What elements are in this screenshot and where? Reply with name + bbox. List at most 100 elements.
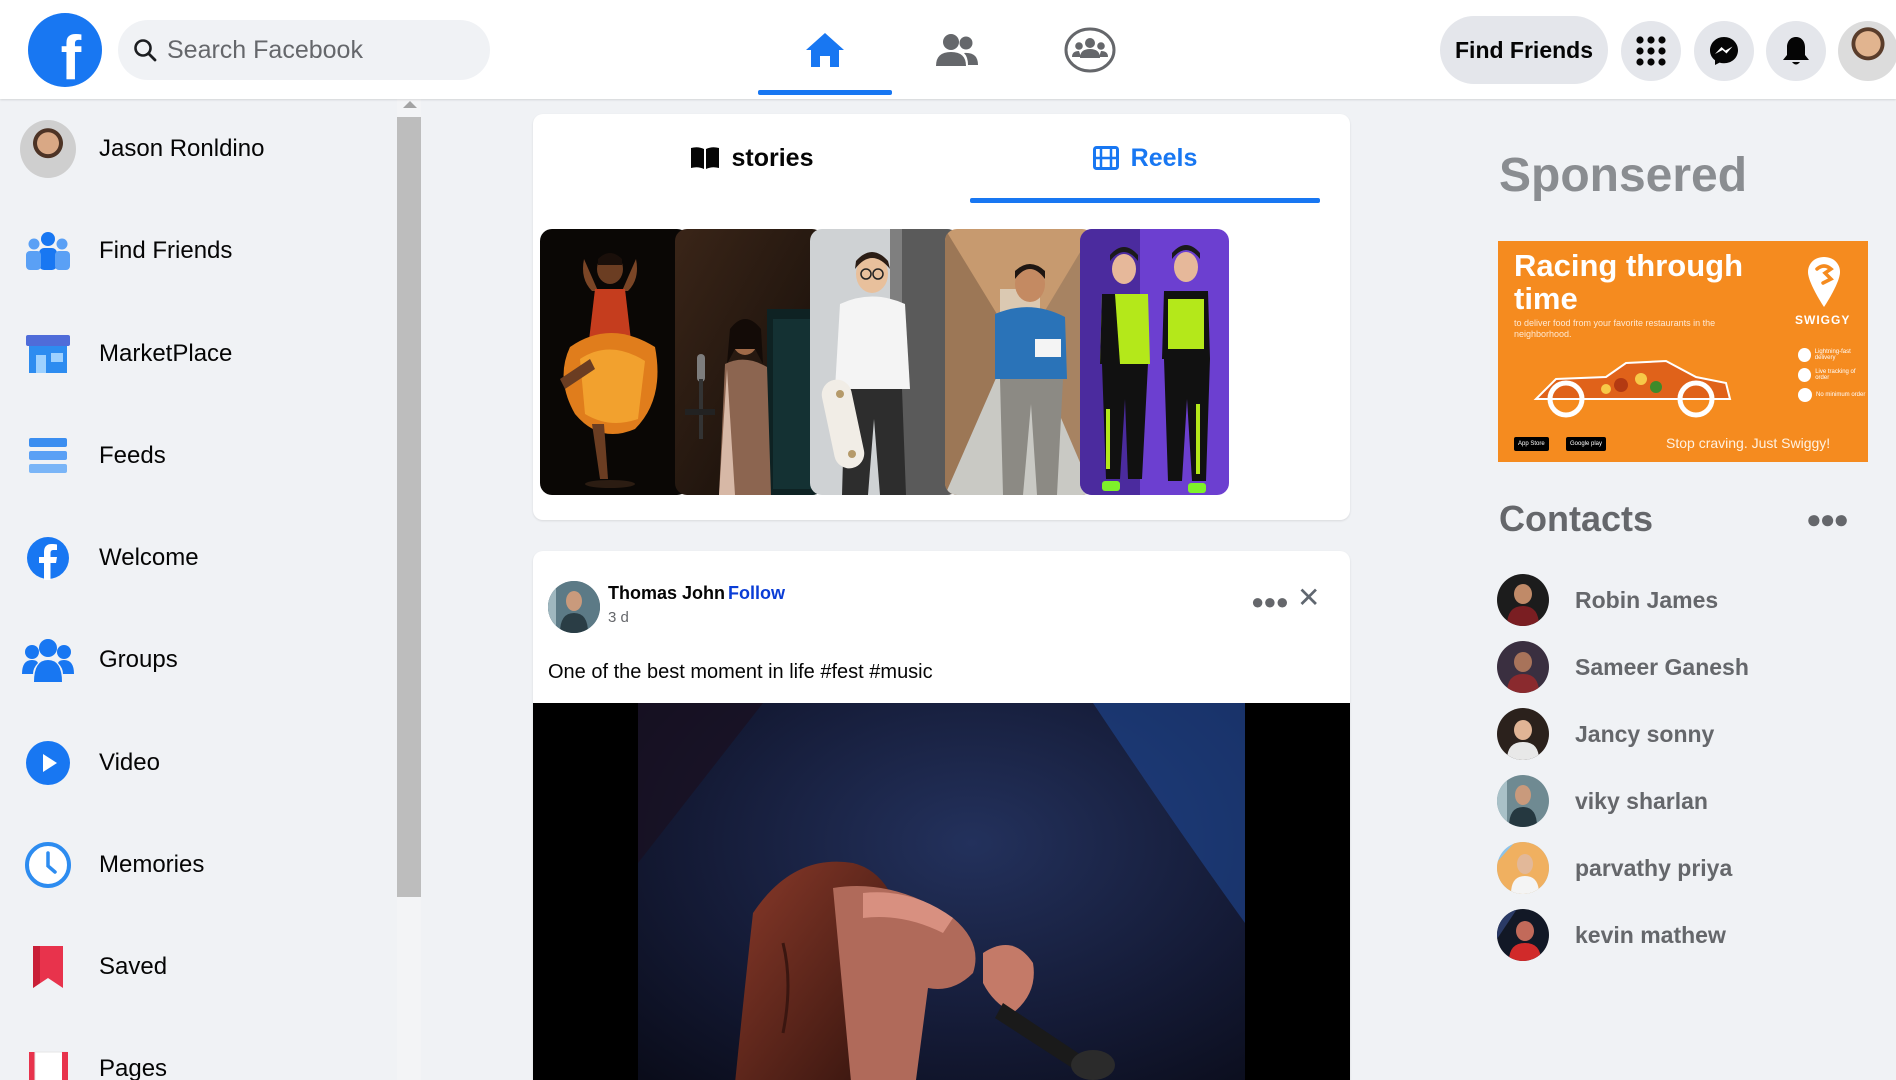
reel-thumbnail[interactable] — [540, 229, 689, 495]
sidebar-item-saved[interactable]: Saved — [20, 932, 167, 1002]
avatar — [1497, 775, 1549, 827]
more-options-icon[interactable]: ●●● — [1251, 589, 1289, 615]
google-play-badge[interactable]: Google play — [1566, 437, 1607, 451]
contact-name: Sameer Ganesh — [1575, 653, 1749, 680]
menu-grid-icon — [1636, 36, 1666, 66]
avatar — [20, 120, 76, 178]
sidebar-item-memories[interactable]: Memories — [20, 830, 204, 900]
avatar — [1497, 708, 1549, 760]
ad-subtext: to deliver food from your favorite resta… — [1514, 318, 1716, 339]
search-box[interactable] — [118, 20, 490, 80]
post-image[interactable] — [533, 703, 1350, 1080]
find-friends-button[interactable]: Find Friends — [1440, 16, 1608, 84]
sidebar-scrollbar-thumb[interactable] — [397, 117, 421, 897]
notifications-button[interactable] — [1766, 21, 1826, 81]
account-avatar[interactable] — [1838, 21, 1896, 81]
stories-card: stories Reels — [533, 114, 1350, 520]
clock-icon — [25, 842, 71, 888]
contacts-heading: Contacts — [1499, 498, 1654, 539]
contact-item[interactable]: Robin James — [1497, 574, 1718, 626]
avatar — [1497, 842, 1549, 894]
sponsored-ad[interactable]: Racing through time to deliver food from… — [1498, 241, 1868, 462]
tab-stories[interactable]: stories — [533, 114, 970, 202]
messenger-button[interactable] — [1694, 21, 1754, 81]
messenger-icon — [1710, 37, 1738, 65]
bell-icon — [1783, 37, 1809, 65]
post-card: Thomas John Follow 3 d ●●● ✕ One of the … — [533, 551, 1350, 1080]
facebook-logo[interactable]: f — [28, 13, 102, 87]
scroll-up-arrow-icon[interactable] — [403, 101, 417, 108]
groups-icon — [1064, 27, 1116, 72]
swiggy-logo-icon — [1808, 257, 1840, 307]
ad-feature: No minimum order — [1798, 388, 1865, 402]
post-text: One of the best moment in life #fest #mu… — [548, 661, 933, 683]
reel-thumbnail[interactable] — [810, 229, 959, 495]
tab-label: stories — [731, 143, 814, 172]
sidebar-item-find-friends[interactable]: Find Friends — [20, 216, 232, 286]
sidebar-item-welcome[interactable]: Welcome — [20, 523, 199, 593]
tab-label: Reels — [1130, 143, 1198, 172]
contact-item[interactable]: kevin mathew — [1497, 909, 1726, 961]
sidebar-item-label: Jason Ronldino — [99, 135, 265, 162]
sidebar-item-video[interactable]: Video — [20, 728, 160, 798]
sidebar-item-profile[interactable]: Jason Ronldino — [20, 114, 264, 184]
sidebar-item-marketplace[interactable]: MarketPlace — [20, 319, 232, 389]
search-input[interactable] — [167, 35, 477, 65]
ad-tagline: Stop craving. Just Swiggy! — [1666, 435, 1831, 451]
contact-name: kevin mathew — [1575, 921, 1726, 948]
sidebar-item-label: Memories — [99, 851, 205, 878]
contact-item[interactable]: Sameer Ganesh — [1497, 641, 1749, 693]
contact-item[interactable]: viky sharlan — [1497, 775, 1708, 827]
ad-feature: Lightning-fast delivery — [1798, 348, 1868, 362]
sidebar-item-pages[interactable]: Pages — [20, 1034, 167, 1080]
avatar[interactable] — [548, 581, 600, 633]
search-icon — [134, 39, 157, 62]
reel-thumbnail[interactable] — [1080, 229, 1229, 495]
more-options-icon[interactable]: ●●● — [1806, 504, 1849, 535]
reel-thumbnail[interactable] — [675, 229, 824, 495]
friends-icon — [26, 232, 70, 270]
contact-item[interactable]: parvathy priya — [1497, 842, 1732, 894]
follow-link[interactable]: Follow — [728, 583, 785, 604]
sidebar-item-label: Saved — [99, 953, 168, 980]
groups-icon — [22, 639, 74, 682]
menu-button[interactable] — [1621, 21, 1681, 81]
logo-letter: f — [60, 24, 82, 87]
contact-item[interactable]: Jancy sonny — [1497, 708, 1714, 760]
friends-icon — [936, 33, 978, 66]
contact-name: viky sharlan — [1575, 787, 1708, 814]
sidebar-item-label: Find Friends — [99, 237, 233, 264]
top-navigation-bar: f Find Friends — [0, 0, 1896, 99]
bookmark-icon — [33, 946, 63, 988]
sponsored-heading: Sponsered — [1499, 149, 1748, 202]
contact-name: Robin James — [1575, 586, 1719, 613]
sidebar-item-label: Video — [99, 749, 160, 776]
tab-home[interactable] — [758, 0, 892, 99]
sidebar-item-label: Feeds — [99, 442, 166, 469]
ad-feature: Live tracking of order — [1798, 368, 1868, 382]
active-tab-indicator — [970, 198, 1320, 203]
close-icon[interactable]: ✕ — [1297, 581, 1320, 614]
sidebar-item-groups[interactable]: Groups — [20, 625, 178, 695]
sidebar-item-feeds[interactable]: Feeds — [20, 421, 166, 491]
feeds-icon — [29, 438, 67, 473]
reel-thumbnail[interactable] — [945, 229, 1094, 495]
tab-groups[interactable] — [1023, 0, 1157, 99]
post-author-name[interactable]: Thomas John — [608, 583, 725, 604]
marketplace-icon — [26, 335, 70, 373]
sidebar-item-label: Groups — [99, 646, 178, 673]
tab-friends[interactable] — [890, 0, 1024, 99]
avatar — [1497, 909, 1549, 961]
ad-headline: Racing through time — [1514, 248, 1744, 316]
avatar — [1497, 574, 1549, 626]
reels-icon — [1092, 146, 1119, 170]
app-store-badge[interactable]: App Store — [1514, 437, 1549, 451]
tab-reels[interactable]: Reels — [970, 114, 1320, 202]
book-icon — [690, 147, 719, 169]
post-timestamp: 3 d — [608, 609, 629, 626]
flag-icon — [29, 1051, 68, 1080]
sidebar-item-label: MarketPlace — [99, 340, 233, 367]
contact-name: Jancy sonny — [1575, 720, 1715, 747]
contact-name: parvathy priya — [1575, 854, 1733, 881]
facebook-icon — [27, 537, 69, 580]
